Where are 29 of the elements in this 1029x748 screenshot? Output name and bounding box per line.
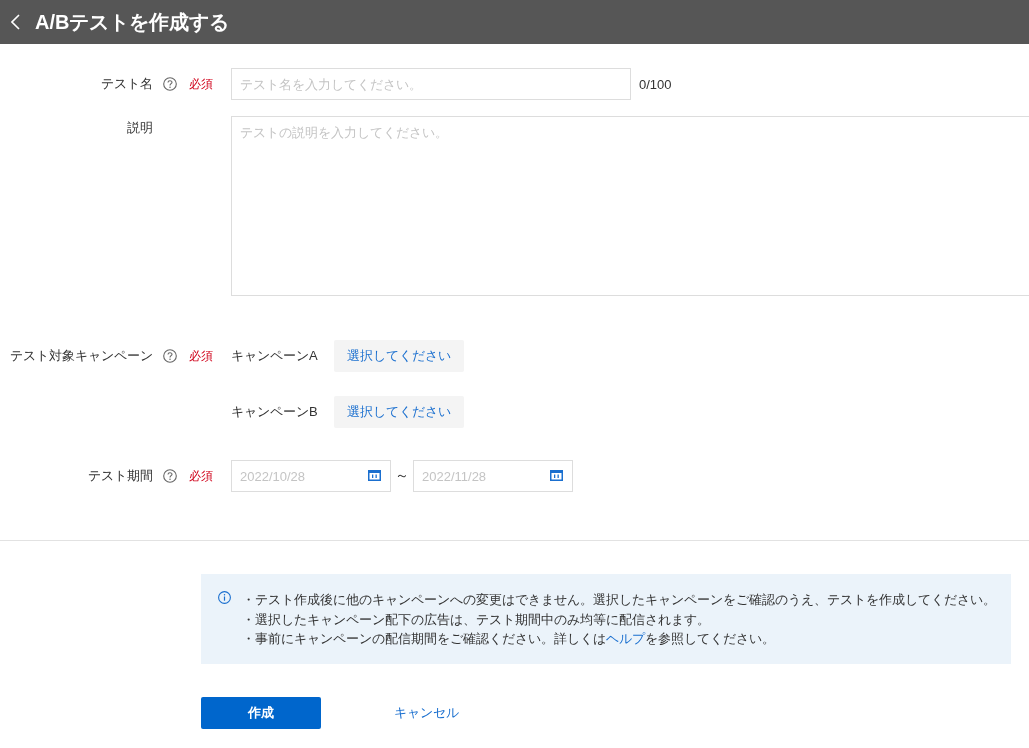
- create-button[interactable]: 作成: [201, 697, 321, 729]
- field-label: 説明: [126, 119, 153, 137]
- field-label: テスト期間: [87, 467, 153, 485]
- cancel-link[interactable]: キャンセル: [366, 697, 486, 729]
- campaign-label: キャンペーンA: [231, 347, 319, 365]
- calendar-icon[interactable]: [368, 470, 381, 481]
- select-campaign-button[interactable]: 選択してください: [334, 396, 464, 428]
- field-label: テスト対象キャンペーン: [9, 347, 153, 365]
- char-counter: 0/100: [639, 76, 672, 92]
- start-date-input[interactable]: 2022/10/28: [231, 460, 391, 492]
- range-separator: ～: [394, 467, 410, 485]
- help-icon[interactable]: [163, 77, 177, 91]
- back-icon[interactable]: [11, 14, 20, 30]
- notice-text: ・事前にキャンペーンの配信期間をご確認ください。詳しくはヘルプを参照してください。: [242, 630, 776, 648]
- field-label: テスト名: [100, 75, 153, 93]
- help-icon[interactable]: [163, 469, 177, 483]
- end-date-input[interactable]: 2022/11/28: [413, 460, 573, 492]
- select-campaign-button[interactable]: 選択してください: [334, 340, 464, 372]
- required-label: 必須: [189, 75, 213, 93]
- notice-text: ・選択したキャンペーン配下の広告は、テスト期間中のみ均等に配信されます。: [242, 610, 711, 629]
- info-icon: [218, 591, 231, 604]
- required-label: 必須: [189, 467, 213, 485]
- help-icon[interactable]: [163, 349, 177, 363]
- help-link[interactable]: ヘルプ: [606, 631, 645, 646]
- notice-text: ・テスト作成後に他のキャンペーンへの変更はできません。選択したキャンペーンをご確認のうえ、テストを作成してください。: [242, 591, 996, 609]
- calendar-icon[interactable]: [550, 470, 563, 481]
- required-label: 必須: [189, 347, 213, 365]
- page-title: A/Bテストを作成する: [35, 9, 230, 35]
- campaign-label: キャンペーンB: [231, 403, 319, 421]
